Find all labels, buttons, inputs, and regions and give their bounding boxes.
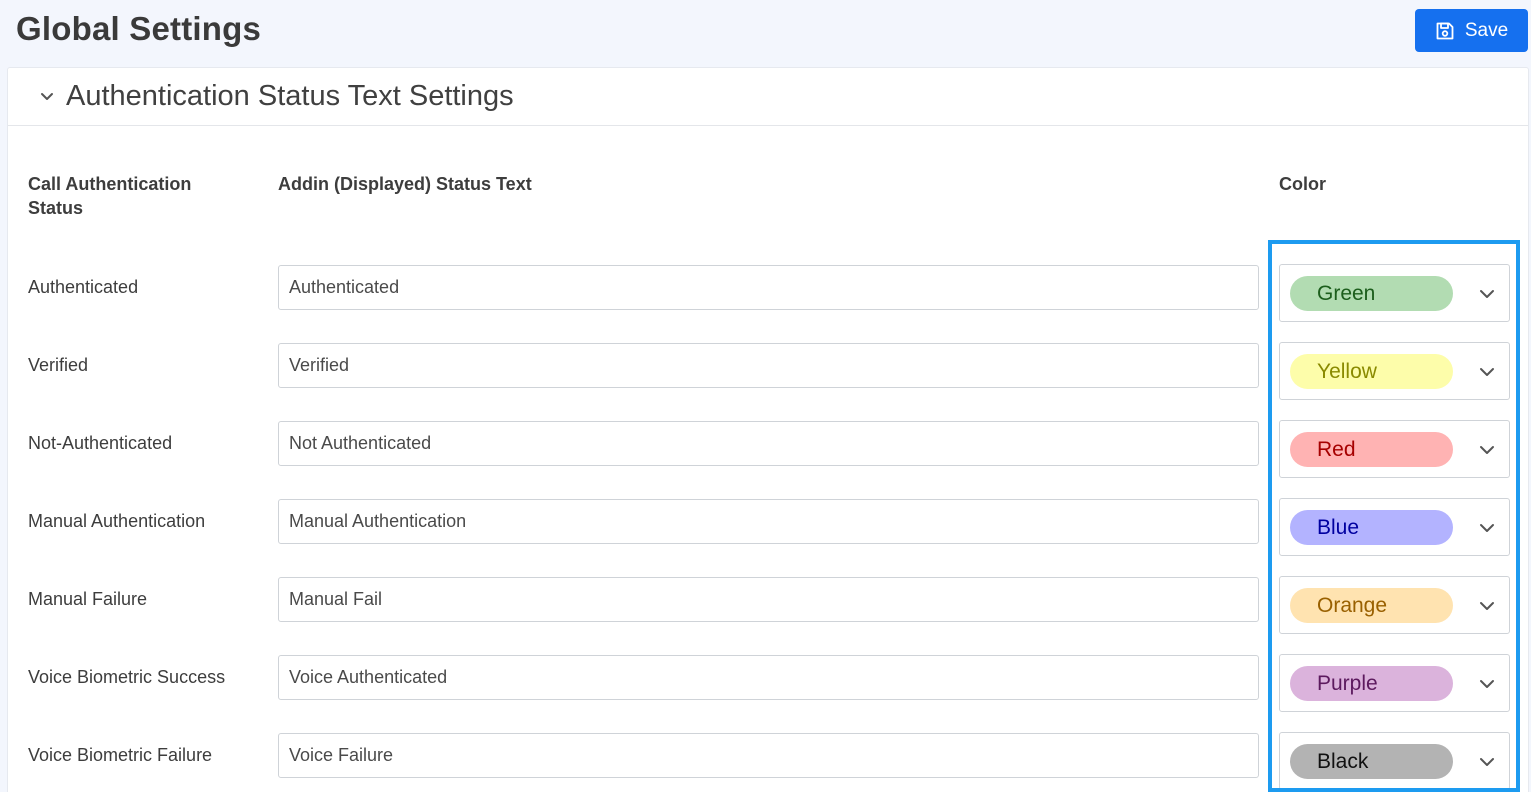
- color-pill: Black: [1290, 744, 1453, 779]
- status-label: Authenticated: [28, 277, 139, 297]
- status-text-input[interactable]: [278, 577, 1259, 622]
- status-label: Verified: [28, 355, 89, 375]
- save-button[interactable]: Save: [1415, 9, 1528, 52]
- save-icon: [1435, 21, 1455, 41]
- panel-header: Authentication Status Text Settings: [8, 68, 1528, 126]
- color-pill: Green: [1290, 276, 1453, 311]
- page-title: Global Settings: [16, 10, 262, 47]
- chevron-down-icon[interactable]: [1477, 596, 1497, 616]
- color-select[interactable]: Orange: [1279, 576, 1510, 634]
- color-pill: Blue: [1290, 510, 1453, 545]
- status-text-input[interactable]: [278, 265, 1259, 310]
- section-title: Authentication Status Text Settings: [66, 80, 514, 112]
- status-text-input[interactable]: [278, 343, 1259, 388]
- status-text-input[interactable]: [278, 655, 1259, 700]
- status-label: Voice Biometric Failure: [28, 745, 213, 765]
- color-select[interactable]: Black: [1279, 732, 1510, 790]
- global-settings-page: Global Settings Save Authentication Stat…: [0, 0, 1531, 792]
- column-header-color: Color: [1279, 174, 1326, 194]
- save-button-label: Save: [1464, 19, 1509, 41]
- color-select[interactable]: Blue: [1279, 498, 1510, 556]
- status-label: Manual Authentication: [28, 511, 206, 531]
- status-label: Manual Failure: [28, 589, 148, 609]
- status-label: Voice Biometric Success: [28, 667, 226, 687]
- column-header-status: Call Authentication Status: [28, 174, 192, 218]
- status-text-input[interactable]: [278, 499, 1259, 544]
- color-select[interactable]: Red: [1279, 420, 1510, 478]
- color-pill: Purple: [1290, 666, 1453, 701]
- status-label: Not-Authenticated: [28, 433, 173, 453]
- color-pill: Yellow: [1290, 354, 1453, 389]
- status-text-input[interactable]: [278, 733, 1259, 778]
- chevron-down-icon[interactable]: [1477, 518, 1497, 538]
- chevron-down-icon[interactable]: [1477, 362, 1497, 382]
- chevron-down-icon[interactable]: [1477, 674, 1497, 694]
- color-pill: Red: [1290, 432, 1453, 467]
- chevron-down-icon[interactable]: [37, 86, 57, 106]
- chevron-down-icon[interactable]: [1477, 440, 1497, 460]
- color-select[interactable]: Yellow: [1279, 342, 1510, 400]
- color-pill: Orange: [1290, 588, 1453, 623]
- chevron-down-icon[interactable]: [1477, 284, 1497, 304]
- color-select[interactable]: Purple: [1279, 654, 1510, 712]
- status-text-input[interactable]: [278, 421, 1259, 466]
- column-header-text: Addin (Displayed) Status Text: [278, 174, 532, 194]
- chevron-down-icon[interactable]: [1477, 752, 1497, 772]
- color-select[interactable]: Green: [1279, 264, 1510, 322]
- auth-status-settings-panel: Authentication Status Text Settings Call…: [7, 67, 1529, 792]
